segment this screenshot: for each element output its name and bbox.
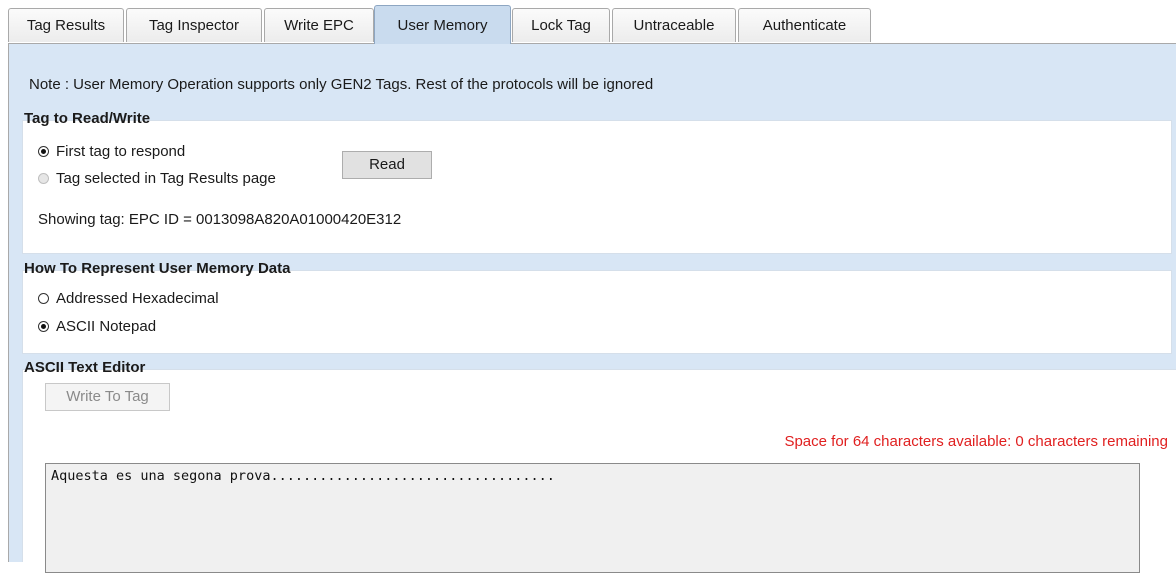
represent-data-group (22, 270, 1172, 354)
radio-disabled-icon (38, 173, 49, 184)
ascii-editor-title: ASCII Text Editor (24, 359, 146, 376)
tab-tag-inspector[interactable]: Tag Inspector (126, 8, 262, 42)
tab-untraceable[interactable]: Untraceable (612, 8, 736, 42)
radio-unchecked-icon (38, 293, 49, 304)
radio-checked-icon (38, 146, 49, 157)
write-to-tag-button[interactable]: Write To Tag (45, 383, 170, 411)
tab-bar: Tag Results Tag Inspector Write EPC User… (0, 0, 1176, 44)
ascii-radio[interactable]: ASCII Notepad (38, 318, 156, 335)
tab-user-memory[interactable]: User Memory (374, 5, 511, 44)
tag-read-write-group (22, 120, 1172, 254)
tab-authenticate[interactable]: Authenticate (738, 8, 871, 42)
hex-label: Addressed Hexadecimal (56, 290, 219, 307)
tab-write-epc[interactable]: Write EPC (264, 8, 374, 42)
hex-radio[interactable]: Addressed Hexadecimal (38, 290, 219, 307)
showing-tag-text: Showing tag: EPC ID = 0013098A820A010004… (38, 211, 402, 228)
selected-tag-label: Tag selected in Tag Results page (56, 170, 276, 187)
tag-read-write-title: Tag to Read/Write (24, 110, 151, 127)
read-button[interactable]: Read (342, 151, 432, 179)
protocol-note: Note : User Memory Operation supports on… (29, 76, 654, 93)
tab-lock-tag[interactable]: Lock Tag (512, 8, 610, 42)
selected-tag-radio[interactable]: Tag selected in Tag Results page (38, 170, 276, 187)
characters-remaining-text: Space for 64 characters available: 0 cha… (784, 433, 1168, 450)
first-tag-radio[interactable]: First tag to respond (38, 143, 185, 160)
radio-checked-icon (38, 321, 49, 332)
ascii-label: ASCII Notepad (56, 318, 157, 335)
tab-tag-results[interactable]: Tag Results (8, 8, 124, 42)
first-tag-label: First tag to respond (56, 143, 186, 160)
represent-data-title: How To Represent User Memory Data (24, 260, 291, 277)
ascii-text-area[interactable]: Aquesta es una segona prova.............… (45, 463, 1140, 573)
